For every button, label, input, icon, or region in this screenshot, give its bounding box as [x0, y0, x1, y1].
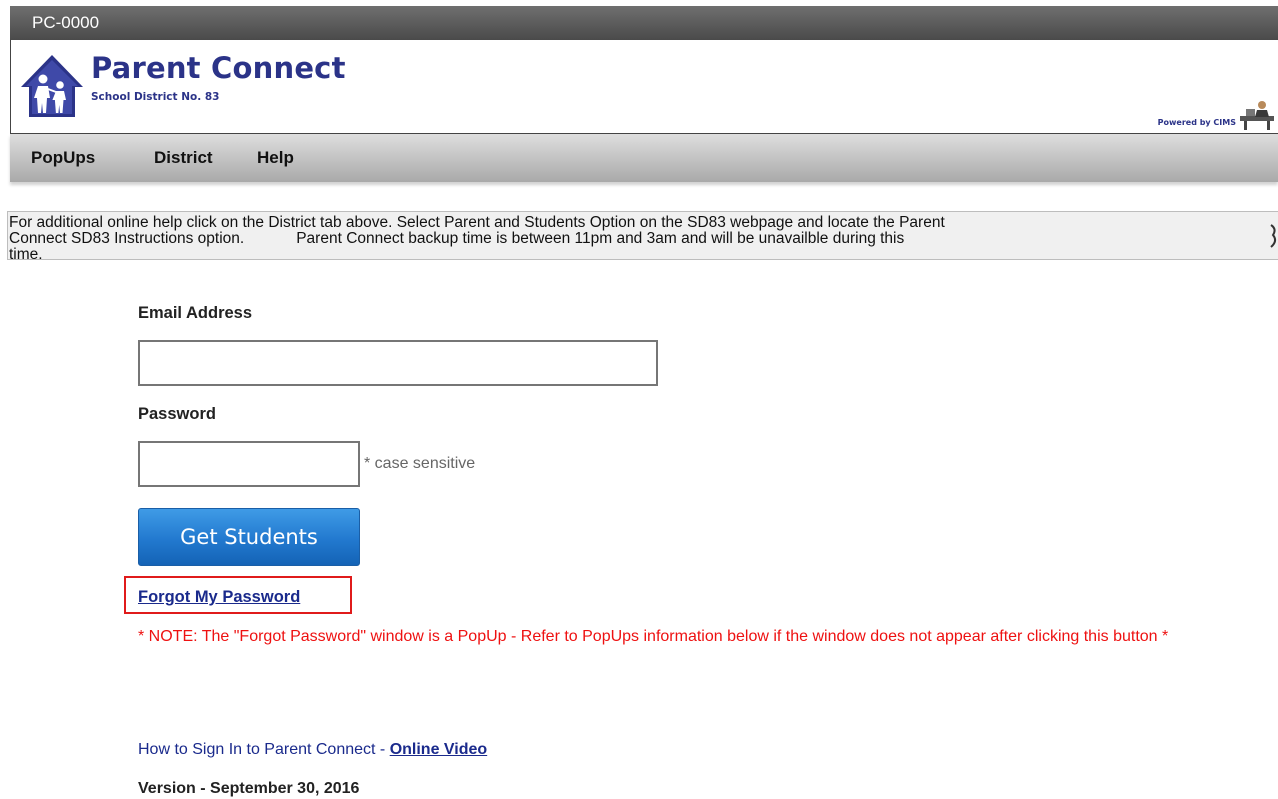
howto-line: How to Sign In to Parent Connect - Onlin…	[138, 741, 487, 759]
brand-banner: Parent Connect School District No. 83 Po…	[10, 40, 1278, 134]
version-text: Version - September 30, 2016	[138, 780, 360, 797]
app-code: PC-0000	[32, 13, 100, 32]
howto-text: How to Sign In to Parent Connect -	[138, 741, 390, 758]
scroll-edge-icon	[1270, 224, 1277, 248]
password-label: Password	[138, 405, 216, 423]
school-logo-icon	[21, 55, 83, 117]
notice-line-1: For additional online help click on the …	[9, 214, 945, 231]
email-field[interactable]	[138, 340, 658, 386]
app-code-bar: PC-0000	[10, 6, 1278, 40]
popup-note: * NOTE: The "Forgot Password" window is …	[138, 628, 1169, 645]
nav-popups[interactable]: PopUps	[31, 134, 95, 182]
password-hint: * case sensitive	[364, 455, 476, 472]
notice-line-2b: Parent Connect backup time is between 11…	[296, 230, 905, 247]
info-notice: For additional online help click on the …	[7, 211, 1278, 263]
get-students-button[interactable]: Get Students	[138, 508, 360, 566]
notice-line-3: time.	[9, 246, 43, 263]
nav-help[interactable]: Help	[257, 134, 294, 182]
brand-subtitle: School District No. 83	[91, 91, 220, 103]
brand-title: Parent Connect	[91, 51, 346, 85]
online-video-link[interactable]: Online Video	[390, 741, 488, 758]
nav-district[interactable]: District	[154, 134, 213, 182]
main-nav: PopUps District Help	[10, 134, 1278, 182]
forgot-password-link[interactable]: Forgot My Password	[138, 588, 300, 607]
email-label: Email Address	[138, 304, 253, 322]
desk-figure-icon	[1240, 101, 1274, 130]
notice-line-2a: Connect SD83 Instructions option.	[9, 230, 245, 247]
password-field[interactable]	[138, 441, 360, 487]
powered-by-text: Powered by CIMS	[1157, 118, 1236, 127]
